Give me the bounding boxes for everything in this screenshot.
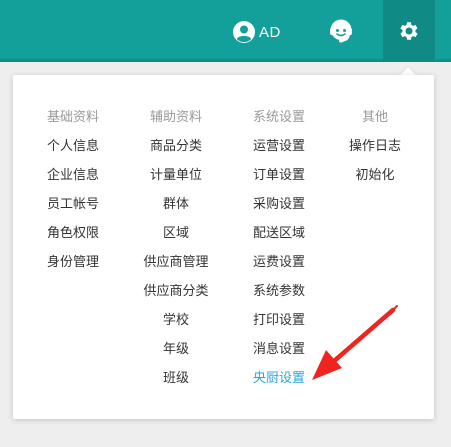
- menu-item-supplier-management[interactable]: 供应商管理: [131, 253, 221, 282]
- column-title-other: 其他: [361, 110, 388, 125]
- gear-icon: [400, 22, 418, 40]
- menu-item-delivery-areas[interactable]: 配送区域: [234, 224, 324, 253]
- user-name: AD: [259, 23, 281, 41]
- menu-item-personal-info[interactable]: 个人信息: [28, 137, 118, 166]
- top-navigation-bar: AD: [0, 0, 451, 62]
- menu-item-classes[interactable]: 班级: [131, 369, 221, 398]
- column-title-basic-data: 基础资料: [46, 110, 99, 125]
- dropdown-caret: [400, 67, 416, 75]
- menu-item-product-categories[interactable]: 商品分类: [131, 137, 221, 166]
- menu-item-regions[interactable]: 区域: [131, 224, 221, 253]
- menu-column-auxiliary-data: 辅助资料 商品分类 计量单位 群体 区域 供应商管理 供应商分类 学校 年级 班…: [131, 108, 221, 398]
- menu-item-operation-log[interactable]: 操作日志: [330, 137, 420, 166]
- menu-item-order-settings[interactable]: 订单设置: [234, 166, 324, 195]
- menu-item-groups[interactable]: 群体: [131, 195, 221, 224]
- menu-item-purchase-settings[interactable]: 采购设置: [234, 195, 324, 224]
- column-title-system-settings: 系统设置: [252, 110, 305, 125]
- menu-item-initialize[interactable]: 初始化: [330, 166, 420, 195]
- menu-item-supplier-categories[interactable]: 供应商分类: [131, 282, 221, 311]
- user-menu[interactable]: AD: [233, 20, 281, 44]
- red-annotation-arrow: [312, 305, 398, 380]
- menu-item-shipping-fee-settings[interactable]: 运费设置: [234, 253, 324, 282]
- menu-column-other: 其他 操作日志 初始化: [330, 108, 420, 195]
- menu-item-role-permissions[interactable]: 角色权限: [28, 224, 118, 253]
- menu-item-staff-accounts[interactable]: 员工帐号: [28, 195, 118, 224]
- menu-item-grades[interactable]: 年级: [131, 340, 221, 369]
- column-title-auxiliary-data: 辅助资料: [149, 110, 202, 125]
- menu-item-operation-settings[interactable]: 运营设置: [234, 137, 324, 166]
- user-avatar-icon: [233, 21, 255, 43]
- menu-column-basic-data: 基础资料 个人信息 企业信息 员工帐号 角色权限 身份管理: [28, 108, 118, 282]
- menu-item-schools[interactable]: 学校: [131, 311, 221, 340]
- menu-item-units[interactable]: 计量单位: [131, 166, 221, 195]
- menu-item-identity-management[interactable]: 身份管理: [28, 253, 118, 282]
- settings-button[interactable]: [383, 0, 435, 62]
- headset-support-icon[interactable]: [327, 17, 355, 45]
- menu-item-company-info[interactable]: 企业信息: [28, 166, 118, 195]
